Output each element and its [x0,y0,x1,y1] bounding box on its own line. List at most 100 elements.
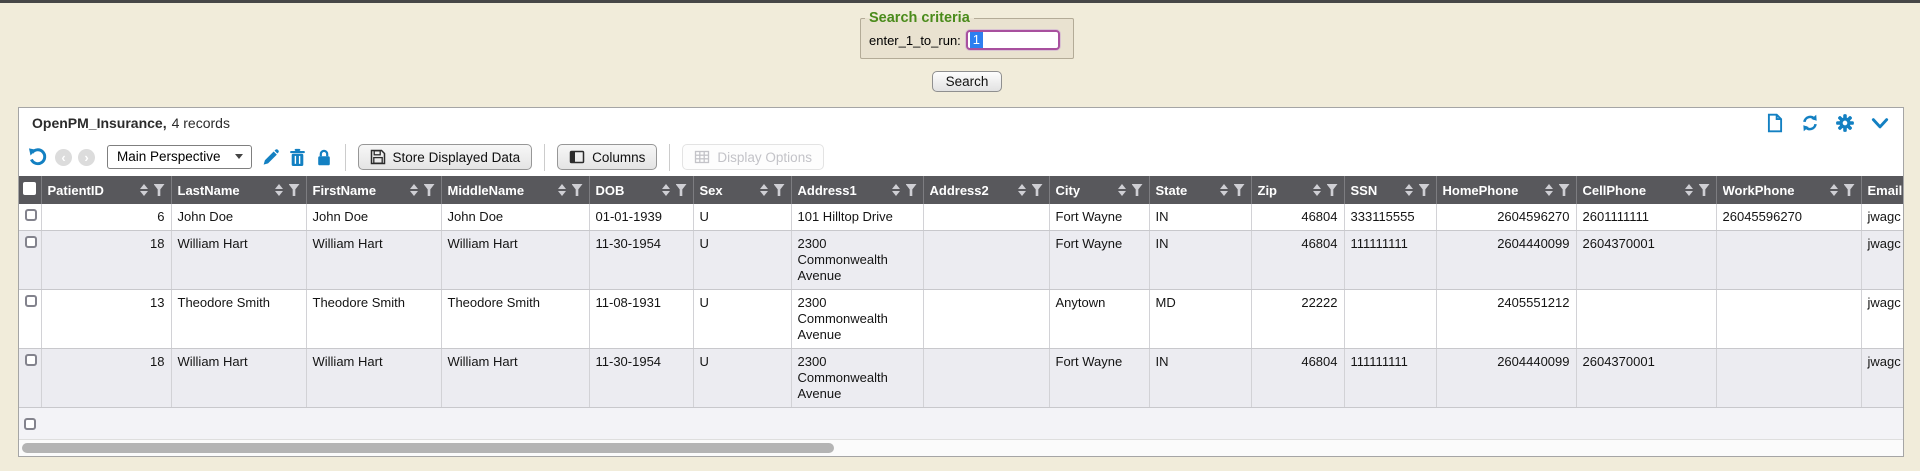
filter-icon[interactable] [774,184,785,196]
sort-icon[interactable] [1018,184,1026,196]
refresh-icon[interactable] [1800,113,1820,133]
sort-icon[interactable] [1220,184,1228,196]
cell-patientid: 6 [41,204,171,231]
undo-icon[interactable] [27,146,49,168]
filter-icon[interactable] [1234,184,1245,196]
sort-icon[interactable] [410,184,418,196]
filter-icon[interactable] [154,184,165,196]
column-header-address1[interactable]: Address1 [791,176,923,204]
cell-ssn: 333115555 [1344,204,1436,231]
column-label: CellPhone [1583,183,1679,198]
lock-icon[interactable] [315,148,333,167]
row-select-cell [19,349,41,408]
sort-icon[interactable] [1313,184,1321,196]
column-header-lastname[interactable]: LastName [171,176,306,204]
cell-patientid: 13 [41,290,171,349]
enter-1-to-run-label: enter_1_to_run: [869,33,961,48]
sort-icon[interactable] [140,184,148,196]
enter-1-to-run-input[interactable]: 1 [966,30,1060,50]
filter-icon[interactable] [1844,184,1855,196]
record-count: 4 records [172,115,230,131]
filter-icon[interactable] [1327,184,1338,196]
column-header-zip[interactable]: Zip [1251,176,1344,204]
cell-email: jwagc [1861,231,1903,290]
cell-state: MD [1149,290,1251,349]
select-all-header[interactable] [19,176,41,204]
column-header-cellphone[interactable]: CellPhone [1576,176,1716,204]
gear-icon[interactable] [1835,113,1855,133]
column-header-city[interactable]: City [1049,176,1149,204]
column-label: City [1056,183,1112,198]
sort-icon[interactable] [1405,184,1413,196]
column-header-ssn[interactable]: SSN [1344,176,1436,204]
filter-icon[interactable] [1032,184,1043,196]
cell-firstname: William Hart [306,231,441,290]
new-record-row [19,408,1903,439]
column-header-address2[interactable]: Address2 [923,176,1049,204]
delete-trash-icon[interactable] [288,148,307,167]
nav-forward-icon[interactable]: › [78,149,95,166]
new-document-icon[interactable] [1765,113,1785,133]
sort-icon[interactable] [662,184,670,196]
toolbar-divider [345,144,346,171]
scrollbar-thumb[interactable] [22,443,834,453]
row-checkbox[interactable] [25,236,37,248]
column-header-firstname[interactable]: FirstName [306,176,441,204]
select-all-checkbox[interactable] [23,182,36,195]
column-header-homephone[interactable]: HomePhone [1436,176,1576,204]
column-label: Address1 [798,183,886,198]
row-checkbox[interactable] [25,295,37,307]
collapse-chevron-icon[interactable] [1870,113,1890,133]
table-row: 13Theodore SmithTheodore SmithTheodore S… [19,290,1903,349]
edit-pencil-icon[interactable] [261,148,280,167]
column-header-state[interactable]: State [1149,176,1251,204]
cell-dob: 11-30-1954 [589,349,693,408]
filter-icon[interactable] [1559,184,1570,196]
sort-icon[interactable] [275,184,283,196]
window-top-edge [0,0,1920,3]
cell-zip: 22222 [1251,290,1344,349]
filter-icon[interactable] [424,184,435,196]
cell-patientid: 18 [41,349,171,408]
cell-cellphone [1576,290,1716,349]
filter-icon[interactable] [1132,184,1143,196]
sort-icon[interactable] [1830,184,1838,196]
filter-icon[interactable] [906,184,917,196]
cell-workphone [1716,290,1861,349]
nav-back-icon[interactable]: ‹ [55,149,72,166]
column-label: MiddleName [448,183,552,198]
filter-icon[interactable] [289,184,300,196]
sort-icon[interactable] [892,184,900,196]
display-options-label: Display Options [717,150,812,165]
filter-icon[interactable] [676,184,687,196]
column-header-middlename[interactable]: MiddleName [441,176,589,204]
sort-icon[interactable] [558,184,566,196]
new-row-checkbox[interactable] [24,418,36,430]
cell-sex: U [693,290,791,349]
row-checkbox[interactable] [25,354,37,366]
horizontal-scrollbar[interactable] [19,439,1903,456]
filter-icon[interactable] [1699,184,1710,196]
cell-workphone: 26045596270 [1716,204,1861,231]
column-header-sex[interactable]: Sex [693,176,791,204]
filter-icon[interactable] [572,184,583,196]
store-displayed-data-button[interactable]: Store Displayed Data [358,144,533,170]
column-header-dob[interactable]: DOB [589,176,693,204]
sort-icon[interactable] [760,184,768,196]
store-button-label: Store Displayed Data [393,150,521,165]
cell-homephone: 2604440099 [1436,349,1576,408]
column-header-patientid[interactable]: PatientID [41,176,171,204]
table-header-row: PatientIDLastNameFirstNameMiddleNameDOBS… [19,176,1903,204]
search-button[interactable]: Search [932,71,1003,92]
cell-middlename: Theodore Smith [441,290,589,349]
sort-icon[interactable] [1545,184,1553,196]
column-header-workphone[interactable]: WorkPhone [1716,176,1861,204]
sort-icon[interactable] [1118,184,1126,196]
column-header-email[interactable]: Email [1861,176,1903,204]
row-checkbox[interactable] [25,209,37,221]
filter-icon[interactable] [1419,184,1430,196]
columns-button[interactable]: Columns [557,144,657,170]
perspective-select[interactable]: Main Perspective [107,145,252,169]
cell-zip: 46804 [1251,231,1344,290]
sort-icon[interactable] [1685,184,1693,196]
